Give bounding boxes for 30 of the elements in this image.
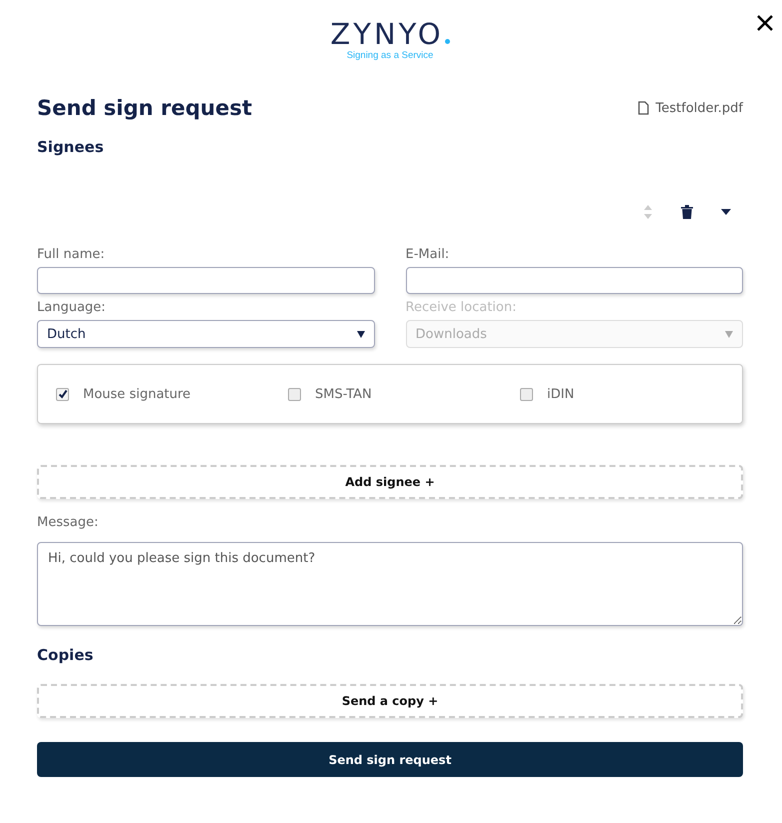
submit-button[interactable]: Send sign request [37,742,743,777]
dropdown[interactable]: Dutch [37,320,374,348]
section-heading: Signees [37,138,105,156]
field-label: Language: [37,300,107,315]
checkbox-label: iDIN [547,386,574,402]
checkbox[interactable] [288,388,301,400]
logo-tagline: Signing as a Service [346,50,434,61]
file-icon [638,101,649,115]
text-field[interactable] [37,267,374,294]
field-label: Full name: [37,247,106,262]
logo-wordmark: ZYNYO [330,18,444,50]
field-label: Receive location: [406,300,518,315]
section-heading: Copies [37,646,94,664]
dialog-title: Send sign request [37,96,252,120]
checkbox[interactable] [56,388,69,400]
close-icon[interactable] [757,15,773,31]
checkbox-label: Mouse signature [83,386,191,402]
text-field[interactable] [406,267,743,294]
sort-icon[interactable] [643,204,653,220]
checkbox-label: SMS-TAN [315,386,372,402]
file-name: Testfolder.pdf [656,100,743,116]
field-label: E-Mail: [406,247,450,262]
logo-dot-icon [444,39,450,44]
message-field[interactable]: Hi, could you please sign this document? [37,542,743,626]
caret-icon[interactable] [721,209,731,215]
field-label: Message: [37,515,100,530]
trash-icon[interactable] [681,205,693,219]
send-copy-button[interactable]: Send a copy + [37,684,743,718]
checkbox[interactable] [520,388,533,400]
add-signee-button[interactable]: Add signee + [37,465,743,499]
